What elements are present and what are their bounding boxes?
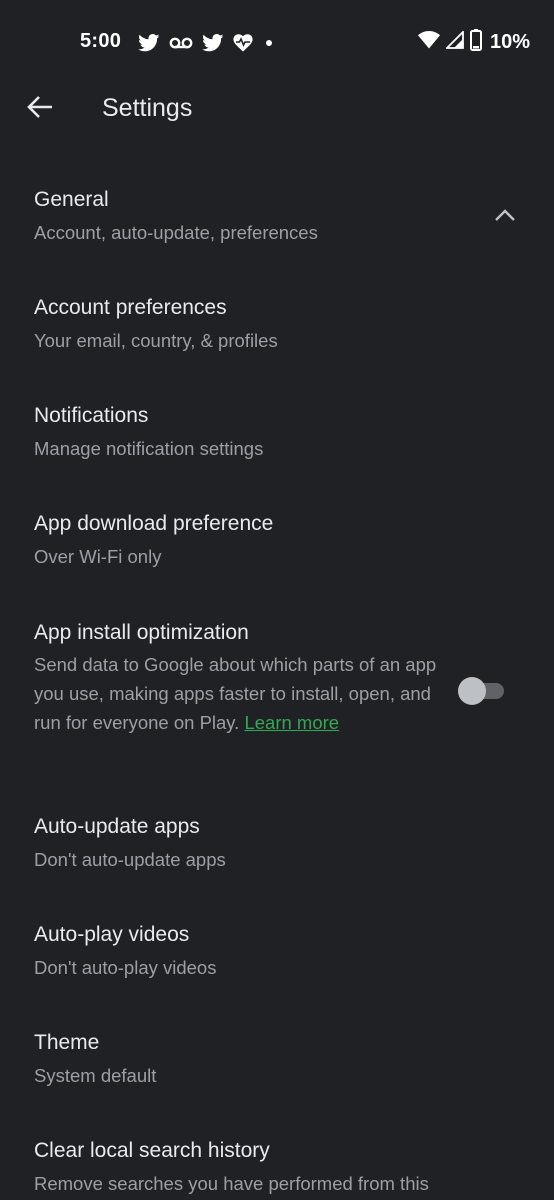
item-subtitle: System default — [34, 1065, 157, 1086]
status-time: 5:00 — [80, 30, 122, 52]
voicemail-icon — [169, 36, 193, 50]
battery-percent: 10% — [489, 30, 530, 53]
twitter-icon — [202, 34, 224, 52]
item-title: Account preferences — [34, 296, 227, 319]
notification-icons — [138, 32, 276, 54]
section-general[interactable]: General Account, auto-update, preference… — [34, 187, 554, 247]
item-subtitle: Send data to Google about which parts of… — [34, 650, 454, 737]
item-subtitle: Remove searches you have performed from … — [34, 1173, 429, 1194]
item-title: Clear local search history — [34, 1139, 270, 1162]
list-item-clear-search-history[interactable]: Clear local search history Remove search… — [34, 1138, 554, 1198]
item-subtitle: Don't auto-update apps — [34, 849, 226, 870]
back-button[interactable] — [24, 94, 56, 124]
list-item-auto-update-apps[interactable]: Auto-update apps Don't auto-update apps — [34, 814, 554, 874]
item-subtitle: Manage notification settings — [34, 438, 264, 459]
app-bar: Settings — [0, 84, 554, 134]
learn-more-link[interactable]: Learn more — [244, 712, 339, 733]
list-item-auto-play-videos[interactable]: Auto-play videos Don't auto-play videos — [34, 922, 554, 982]
list-item-app-download-preference[interactable]: App download preference Over Wi-Fi only — [34, 511, 554, 571]
page-title: Settings — [102, 94, 193, 122]
item-title: Theme — [34, 1031, 100, 1054]
dot-icon — [262, 36, 276, 50]
chevron-up-icon[interactable] — [494, 208, 516, 222]
install-optimization-toggle[interactable] — [458, 677, 506, 705]
item-title: Auto-play videos — [34, 923, 190, 946]
twitter-icon — [138, 34, 160, 52]
cell-signal-icon — [444, 29, 464, 54]
status-bar: 5:00 10% — [0, 0, 554, 84]
system-icons: 10% — [417, 28, 530, 56]
list-item-account-preferences[interactable]: Account preferences Your email, country,… — [34, 295, 554, 355]
item-title: Notifications — [34, 404, 149, 427]
item-subtitle: Your email, country, & profiles — [34, 330, 278, 351]
section-subtitle: Account, auto-update, preferences — [34, 222, 318, 243]
heart-pulse-icon — [233, 34, 253, 52]
item-subtitle: Don't auto-play videos — [34, 957, 217, 978]
item-title: App download preference — [34, 512, 274, 535]
arrow-back-icon — [27, 95, 53, 124]
item-title: App install optimization — [34, 621, 249, 644]
battery-icon — [469, 28, 482, 56]
section-title: General — [34, 188, 109, 211]
item-title: Auto-update apps — [34, 815, 200, 838]
wifi-icon — [417, 30, 440, 54]
list-item-theme[interactable]: Theme System default — [34, 1030, 554, 1090]
list-item-notifications[interactable]: Notifications Manage notification settin… — [34, 403, 554, 463]
item-description: Send data to Google about which parts of… — [34, 654, 437, 733]
toggle-thumb — [458, 677, 486, 705]
item-subtitle: Over Wi-Fi only — [34, 546, 162, 567]
settings-screen: 5:00 10% Settings General Account, auto-… — [0, 0, 554, 1200]
